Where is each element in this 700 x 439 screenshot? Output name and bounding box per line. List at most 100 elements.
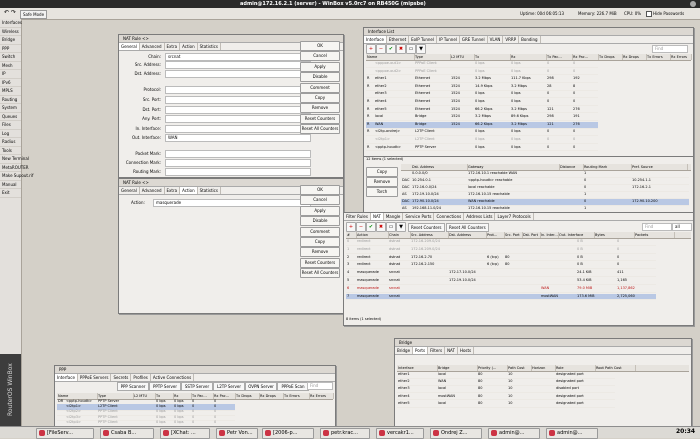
column-header[interactable]: Dst. Address xyxy=(448,232,487,238)
src-address-field[interactable] xyxy=(165,61,311,69)
taskbar-item[interactable]: [FileServ... xyxy=(36,428,94,439)
column-header[interactable]: Name xyxy=(366,54,415,60)
fw-find-scope[interactable]: all xyxy=(672,223,692,231)
nat2-copy-button[interactable]: Copy xyxy=(300,237,340,247)
nat2-remove-button[interactable]: Remove xyxy=(300,247,340,258)
action-select[interactable]: masquerade xyxy=(153,199,311,207)
nat-cancel-button[interactable]: Cancel xyxy=(300,51,340,62)
route-torch-button[interactable]: Torch xyxy=(366,187,398,197)
fw-reset-all-counters-button[interactable]: Reset All Counters xyxy=(446,223,489,232)
table-row[interactable]: 1 redirect dstnat 172.16.209.0/24 0 B 0 xyxy=(346,247,656,254)
dst-address-field[interactable] xyxy=(165,70,311,78)
fw-disable-icon[interactable]: ✖ xyxy=(376,222,386,232)
nat-copy-button[interactable]: Copy xyxy=(300,93,340,103)
nat2-ok-button[interactable]: OK xyxy=(300,185,340,195)
fw-remove-icon[interactable]: − xyxy=(356,222,366,232)
nat-reset-counters-button[interactable]: Reset Counters xyxy=(300,113,340,124)
interface-tab[interactable]: VLAN xyxy=(488,36,504,43)
table-row[interactable]: DAC 172.16.0.0/24 local reachable 0 172.16.2… xyxy=(401,185,689,192)
nat-rule-2-tab[interactable]: Action xyxy=(180,187,198,194)
nat-rule-2-tab[interactable]: Extra xyxy=(165,187,181,194)
column-header[interactable]: Tx Pac... xyxy=(546,54,573,60)
nat-remove-button[interactable]: Remove xyxy=(300,103,340,114)
table-row[interactable]: <pppoe-out1> PPPoE Client 0 bps 0 bps 0 0 xyxy=(366,61,598,68)
ppp-ovpn-server-button[interactable]: OVPN Server xyxy=(245,382,277,391)
sidebar-item[interactable]: Manual xyxy=(0,181,21,189)
table-row[interactable]: ether2 WAN 80 10 designated port xyxy=(397,379,615,386)
column-header[interactable]: Pref. Source xyxy=(631,164,688,170)
table-row[interactable]: 0 redirect dstnat 172.16.209.0/24 0 B 0 xyxy=(346,239,656,246)
fw-add-icon[interactable]: + xyxy=(346,222,356,232)
ppp-tab[interactable]: Active Connections xyxy=(151,374,195,381)
column-header[interactable]: Prot... xyxy=(486,232,505,238)
table-row[interactable]: R <l2tp-ondrej> L2TP Client 0 bps 0 bps 0 0 xyxy=(366,129,598,137)
sidebar-item[interactable]: System xyxy=(0,104,21,113)
table-row[interactable]: 7 masquerade srcnat mostWAN 173.6 MiB 2,725,0… xyxy=(346,293,656,301)
nat-rule-tab[interactable]: Statistics xyxy=(198,43,221,50)
ppp-tab[interactable]: PPPoE Servers xyxy=(78,374,112,381)
sidebar-item[interactable]: Bridge xyxy=(0,36,21,45)
nat2-reset-all-counters-button[interactable]: Reset All Counters xyxy=(300,268,340,279)
sidebar-item[interactable]: Files xyxy=(0,121,21,130)
table-row[interactable]: 3 redirect dstnat 172.16.2.150 6 (tcp) 80 0 B 0 xyxy=(346,262,656,270)
table-row[interactable]: <l2tp1> L2TP Client 0 bps 0 bps 0 0 xyxy=(366,137,598,144)
column-header[interactable]: Rx Errors xyxy=(670,54,692,60)
sidebar-item[interactable]: Log xyxy=(0,130,21,138)
interface-find-input[interactable]: Find xyxy=(652,45,688,53)
sidebar-item[interactable]: IP xyxy=(0,70,21,79)
sidebar-item[interactable]: Queues xyxy=(0,113,21,121)
routing-mark-field[interactable] xyxy=(165,168,311,176)
column-header[interactable]: Role xyxy=(555,365,596,371)
firewall-tab[interactable]: Filter Rules xyxy=(344,213,371,220)
interface-tab[interactable]: EoIP Tunnel xyxy=(409,36,438,43)
column-header[interactable]: Horizon xyxy=(531,365,556,371)
interface-tab[interactable]: Ethernet xyxy=(387,36,410,43)
protocol-field[interactable] xyxy=(165,86,311,94)
column-header[interactable]: Src. Port xyxy=(504,232,523,238)
nat-reset-all-counters-button[interactable]: Reset All Counters xyxy=(300,124,340,135)
taskbar-item[interactable]: vercakr1... xyxy=(376,428,424,439)
column-header[interactable]: Chain xyxy=(388,232,411,238)
enable-icon[interactable]: ✔ xyxy=(386,44,396,54)
any-port-field[interactable] xyxy=(165,115,311,123)
column-header[interactable]: Dst. Port xyxy=(522,232,541,238)
nat-apply-button[interactable]: Apply xyxy=(300,61,340,72)
nat-rule-2-tab[interactable]: Statistics xyxy=(198,187,221,194)
column-header[interactable]: L2 MTU xyxy=(450,54,475,60)
table-row[interactable]: 6 masquerade srcnat WAN 79.0 MiB 1,137,862 xyxy=(346,286,656,293)
firewall-tab[interactable]: NAT xyxy=(370,213,384,220)
table-row[interactable]: 5 masquerade srcnat 172.19.10.0/24 53.4 KiB 1… xyxy=(346,278,656,285)
table-row[interactable]: Rether5 Ethernet 1524 66.2 Kbps 3.2 Mbps 121 2… xyxy=(366,107,598,114)
fw-comment-icon[interactable]: ▭ xyxy=(386,222,396,232)
dst-port-field[interactable] xyxy=(165,106,311,114)
nat-disable-button[interactable]: Disable xyxy=(300,72,340,83)
nat-comment-button[interactable]: Comment xyxy=(300,82,340,93)
nat-ok-button[interactable]: OK xyxy=(300,41,340,51)
firewall-tab[interactable]: Layer7 Protocols xyxy=(495,213,534,220)
fw-enable-icon[interactable]: ✔ xyxy=(366,222,376,232)
table-row[interactable]: ether4 mostWAN 80 10 designated port xyxy=(397,394,615,401)
ppp-ppp-scanner-button[interactable]: PPP Scanner xyxy=(117,382,149,391)
bridge-tab[interactable]: NAT xyxy=(445,347,458,354)
bridge-tab[interactable]: Filters xyxy=(428,347,446,354)
firewall-tab[interactable]: Mangle xyxy=(384,213,404,220)
table-row[interactable]: ether3 Ethernet 1524 0 bps 0 bps 0 0 xyxy=(366,91,598,99)
nat2-reset-counters-button[interactable]: Reset Counters xyxy=(300,257,340,268)
column-header[interactable]: Rx Errors xyxy=(309,393,334,399)
route-copy-button[interactable]: Copy xyxy=(366,167,398,177)
remove-icon[interactable]: − xyxy=(376,44,386,54)
undo-icon[interactable]: ↶ xyxy=(4,9,9,16)
column-header[interactable]: Packets xyxy=(634,232,675,238)
column-header[interactable]: Tx Errors xyxy=(283,393,310,399)
column-header[interactable]: Src. Address xyxy=(410,232,449,238)
column-header[interactable]: Out. Interface xyxy=(558,232,595,238)
bridge-tab[interactable]: Ports xyxy=(413,347,429,354)
column-header[interactable]: Bytes xyxy=(594,232,635,238)
nat-rule-tab[interactable]: Action xyxy=(180,43,198,50)
nat-rule-tab[interactable]: Advanced xyxy=(140,43,165,50)
ppp-tab[interactable]: Secrets xyxy=(111,374,132,381)
chain-field[interactable]: srcnat xyxy=(165,53,311,61)
column-header[interactable]: Root Path Cost xyxy=(595,365,636,371)
connection-mark-field[interactable] xyxy=(165,159,311,167)
sidebar-item[interactable]: Tools xyxy=(0,147,21,155)
